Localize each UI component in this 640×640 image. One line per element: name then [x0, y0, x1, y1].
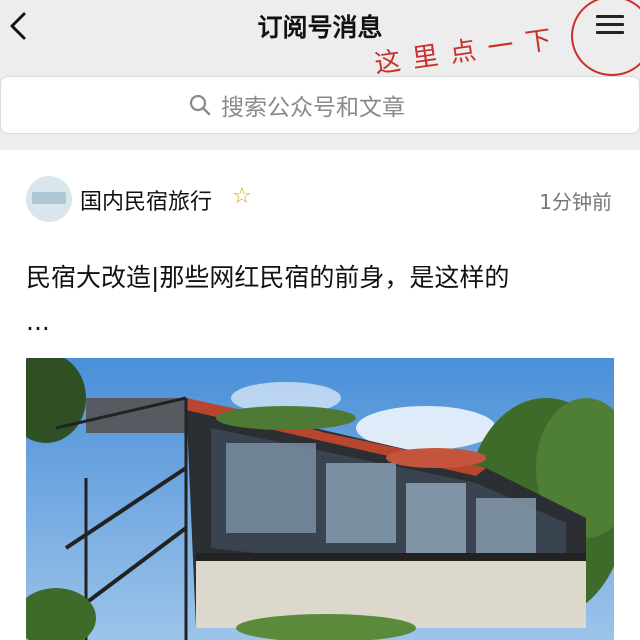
timestamp: 1分钟前: [539, 190, 612, 214]
search-icon: [189, 94, 211, 116]
account-avatar[interactable]: [26, 176, 72, 222]
star-icon[interactable]: ☆: [232, 184, 252, 209]
article-card[interactable]: 国内民宿旅行 ☆ 1分钟前 民宿大改造|那些网红民宿的前身，是这样的 ...: [0, 150, 640, 640]
article-title[interactable]: 民宿大改造|那些网红民宿的前身，是这样的 ...: [26, 256, 626, 344]
annotation-circle: [571, 0, 640, 76]
search-placeholder: 搜索公众号和文章: [221, 95, 405, 121]
account-name[interactable]: 国内民宿旅行: [80, 184, 212, 216]
article-cover-image[interactable]: [26, 358, 614, 640]
search-bar[interactable]: 搜索公众号和文章: [0, 76, 640, 134]
